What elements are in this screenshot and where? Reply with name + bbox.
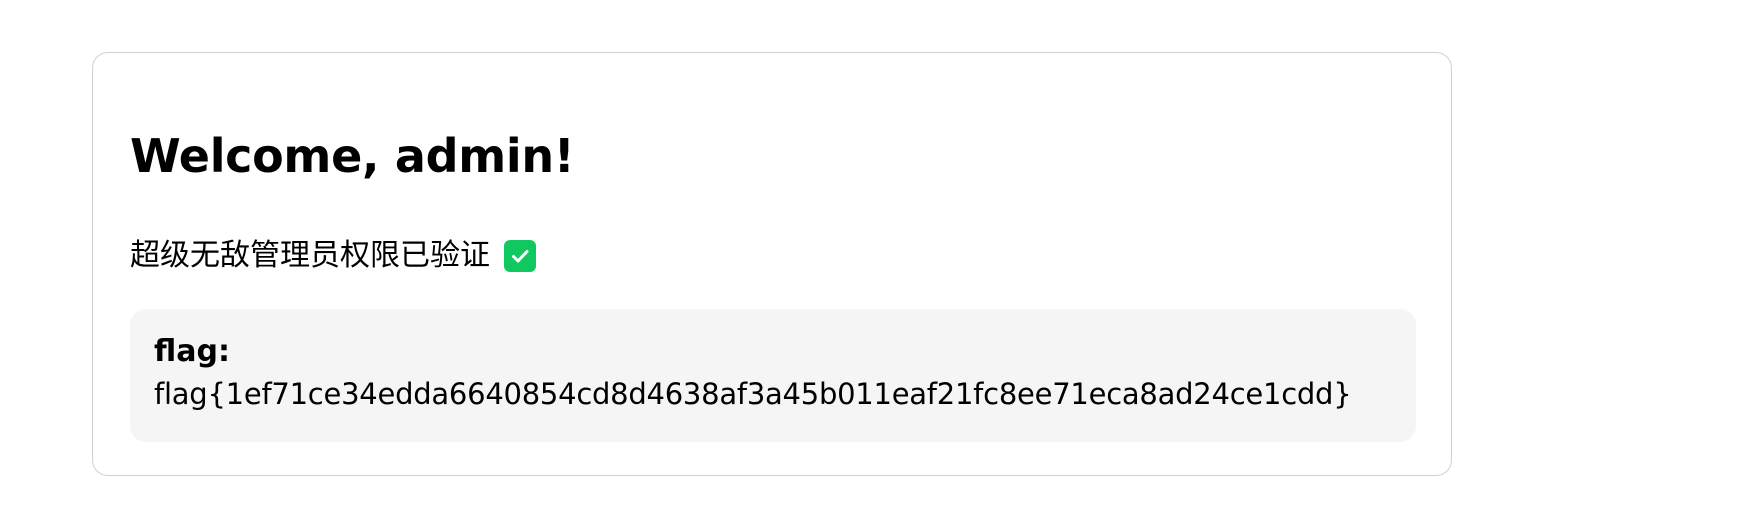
flag-label: flag: <box>154 334 230 369</box>
verification-status-text: 超级无敌管理员权限已验证 <box>130 238 490 273</box>
flag-value: flag{1ef71ce34edda6640854cd8d4638af3a45b… <box>154 377 1352 411</box>
welcome-title: Welcome, admin! <box>130 129 575 183</box>
check-mark-icon <box>504 240 536 272</box>
flag-panel: flag: flag{1ef71ce34edda6640854cd8d4638a… <box>130 309 1416 442</box>
welcome-card: Welcome, admin! 超级无敌管理员权限已验证 flag: flag{… <box>92 52 1452 476</box>
admin-verification-status: 超级无敌管理员权限已验证 <box>130 236 536 276</box>
